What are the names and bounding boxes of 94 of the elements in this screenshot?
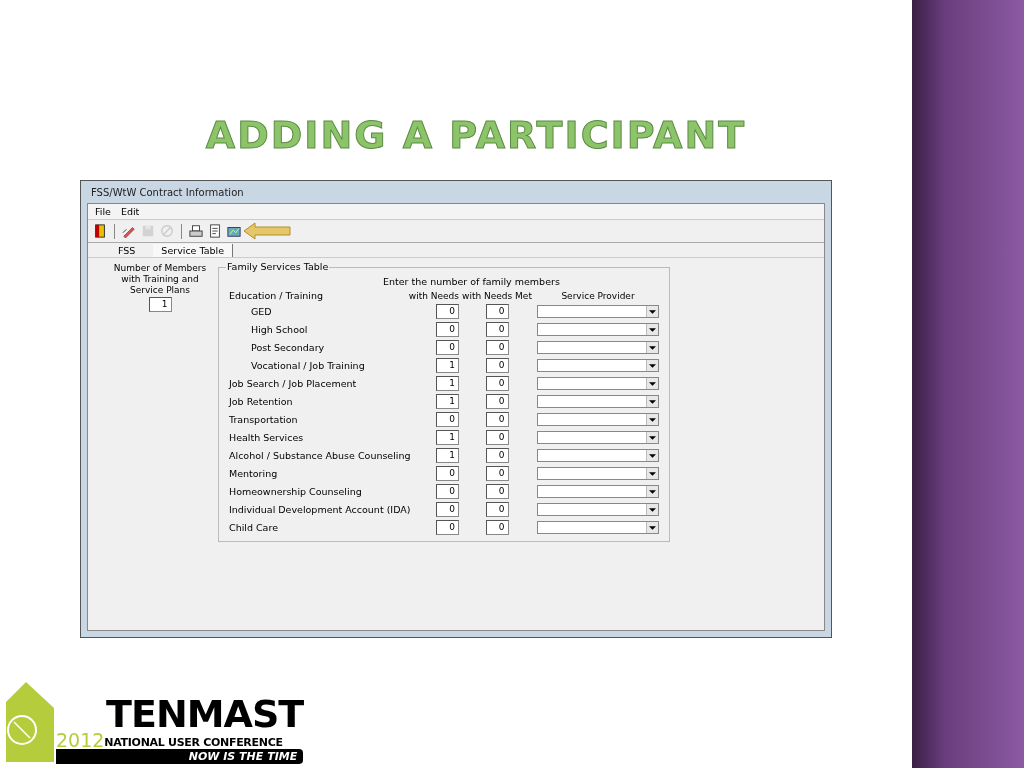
dropdown[interactable] (537, 413, 659, 426)
number-field[interactable]: 0 (436, 322, 459, 337)
dropdown[interactable] (537, 503, 659, 516)
number-field[interactable]: 0 (485, 358, 509, 373)
number-field[interactable]: 0 (436, 466, 459, 481)
dropdown[interactable] (537, 467, 659, 480)
number-field[interactable]: 1 (436, 430, 459, 445)
row-label: Child Care (229, 522, 278, 533)
row-label: Vocational / Job Training (250, 360, 365, 371)
row-label: Individual Development Account (IDA) (229, 504, 411, 515)
dropdown-arrow-icon (646, 504, 658, 515)
number-field[interactable]: 0 (485, 466, 509, 481)
row-label: Alcohol / Substance Abuse Counseling (229, 450, 411, 461)
row-label: Homeownership Counseling (229, 486, 362, 497)
row-label: Education / Training (229, 290, 324, 301)
toolbar-button[interactable] (188, 223, 204, 239)
toolbar-button[interactable] (207, 223, 223, 239)
row-label: Job Search / Job Placement (229, 378, 357, 389)
dropdown-arrow-icon (646, 432, 658, 443)
group-title: Family Services Table (226, 261, 330, 272)
window-title: FSS/WtW Contract Information (90, 186, 245, 200)
dropdown-arrow-icon (646, 468, 658, 479)
row-label: Job Retention (229, 396, 293, 407)
prohibited-icon (160, 224, 174, 238)
number-field[interactable]: 0 (485, 376, 509, 391)
number-field[interactable]: 0 (485, 448, 509, 463)
logo-subtitle: NATIONAL USER CONFERENCE (104, 737, 283, 749)
chart-icon (227, 224, 241, 238)
menu-item[interactable]: File (94, 206, 112, 217)
column-header: with Needs (408, 290, 459, 301)
dropdown[interactable] (537, 395, 659, 408)
printer-icon (189, 224, 203, 238)
number-field[interactable]: 0 (436, 304, 459, 319)
row-label: Transportation (229, 414, 298, 425)
number-field[interactable]: 0 (485, 340, 509, 355)
number-field[interactable]: 0 (485, 484, 509, 499)
dropdown-arrow-icon (646, 522, 658, 533)
dropdown-arrow-icon (646, 396, 658, 407)
dropdown-arrow-icon (646, 450, 658, 461)
number-field[interactable]: 1 (436, 358, 459, 373)
dropdown[interactable] (537, 305, 659, 318)
logo-year: 2012 (56, 731, 105, 749)
number-field[interactable]: 0 (485, 430, 509, 445)
number-field[interactable]: 0 (485, 304, 509, 319)
floppy-icon (141, 224, 155, 238)
number-field[interactable]: 0 (436, 340, 459, 355)
menu-item[interactable]: Edit (119, 206, 141, 217)
dropdown[interactable] (537, 359, 659, 372)
number-field[interactable]: 0 (436, 502, 459, 517)
tab[interactable]: Service Table (153, 244, 234, 257)
logo-tagline: NOW IS THE TIME (56, 749, 304, 764)
number-field[interactable]: 0 (485, 412, 509, 427)
number-field[interactable]: 0 (485, 394, 509, 409)
number-field[interactable]: 0 (436, 520, 459, 535)
toolbar-button[interactable] (92, 223, 108, 239)
document-icon (208, 224, 222, 238)
dropdown-arrow-icon (646, 342, 658, 353)
column-header: with Needs Met (462, 290, 532, 301)
door-icon (93, 224, 107, 238)
dropdown-arrow-icon (646, 378, 658, 389)
number-field[interactable]: 1 (436, 448, 459, 463)
dropdown[interactable] (537, 323, 659, 336)
number-field[interactable]: 0 (436, 484, 459, 499)
number-field[interactable]: 0 (485, 322, 509, 337)
number-field[interactable]: 1 (436, 376, 459, 391)
number-field[interactable]: 0 (436, 412, 459, 427)
row-label: High School (250, 324, 308, 335)
row-label: Health Services (229, 432, 304, 443)
slide-title: ADDING A PARTICIPANT (205, 116, 747, 154)
number-field[interactable]: 0 (485, 520, 509, 535)
members-label: Number of Members with Training and Service Plans (112, 263, 208, 296)
dropdown-arrow-icon (646, 414, 658, 425)
column-header: Enter the number of family members (383, 276, 560, 287)
dropdown[interactable] (537, 521, 659, 534)
dropdown[interactable] (537, 377, 659, 390)
dropdown-arrow-icon (646, 306, 658, 317)
dropdown-arrow-icon (646, 360, 658, 371)
tab[interactable]: FSS (110, 244, 144, 257)
row-label: Mentoring (229, 468, 278, 479)
number-field[interactable]: 1 (148, 297, 172, 312)
dropdown[interactable] (537, 449, 659, 462)
dropdown[interactable] (537, 485, 659, 498)
row-label: Post Secondary (250, 342, 325, 353)
row-label: GED (250, 306, 272, 317)
dropdown-arrow-icon (646, 486, 658, 497)
dropdown[interactable] (537, 341, 659, 354)
number-field[interactable]: 0 (485, 502, 509, 517)
dropdown[interactable] (537, 431, 659, 444)
dropdown-arrow-icon (646, 324, 658, 335)
column-header: Service Provider (561, 290, 635, 301)
logo-name: TENMAST (105, 697, 304, 731)
arrow-icon (243, 222, 291, 240)
number-field[interactable]: 1 (436, 394, 459, 409)
pencil-icon (122, 224, 136, 238)
